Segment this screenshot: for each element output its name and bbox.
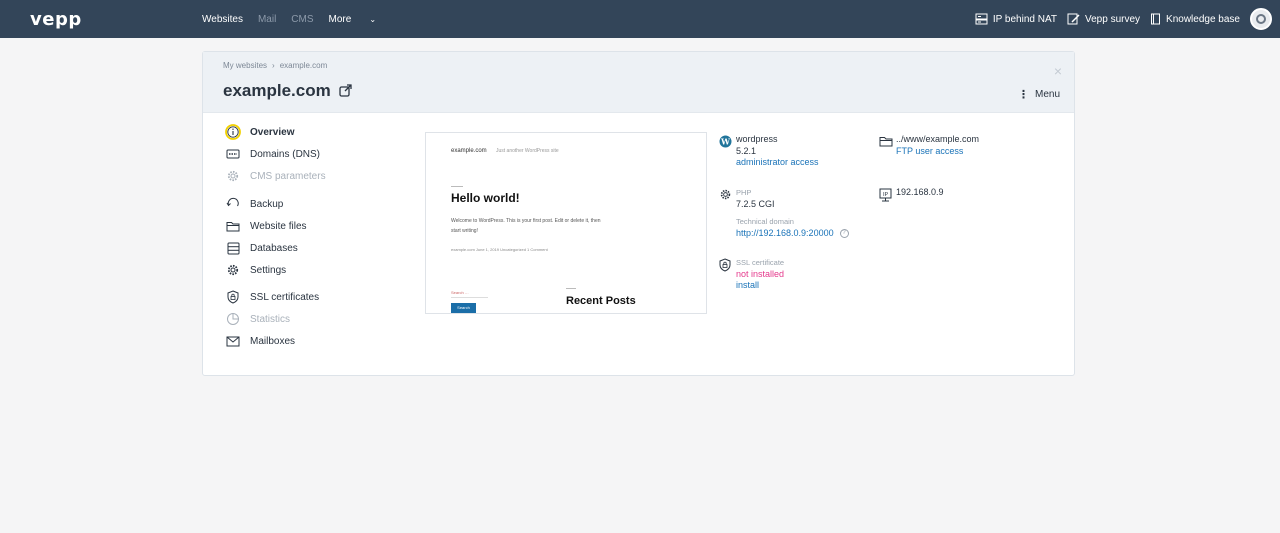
knowledge-base-link[interactable]: Knowledge base <box>1150 13 1240 25</box>
dns-icon <box>225 146 241 162</box>
preview-search-field: Search … <box>451 288 488 298</box>
sidebar-item-cms-parameters[interactable]: CMS parameters <box>225 168 326 184</box>
sidebar-item-ssl-certificates[interactable]: SSL certificates <box>225 289 319 305</box>
preview-post-meta: example.com June 1, 2019 Uncategorized 1… <box>451 247 548 252</box>
ftp-user-access-link[interactable]: FTP user access <box>896 146 979 158</box>
main-nav: Websites Mail CMS More ⌄ <box>202 0 406 38</box>
menu-button[interactable]: ⋮ Menu <box>1018 88 1060 101</box>
website-path: ../www/example.com <box>896 134 980 144</box>
vepp-survey-label: Vepp survey <box>1085 13 1141 25</box>
ssl-label: SSL certificate <box>736 258 785 267</box>
technical-domain-link[interactable]: http://192.168.0.9:20000 <box>736 228 834 238</box>
help-icon[interactable]: ? <box>839 228 849 238</box>
chevron-down-icon: ⌄ <box>369 14 377 24</box>
knowledge-base-label: Knowledge base <box>1166 13 1240 25</box>
php-info: PHP 7.2.5 CGI Technical domain http://19… <box>719 187 849 239</box>
sidebar-item-label: CMS parameters <box>250 170 326 182</box>
files-info: ../www/example.com FTP user access <box>879 134 979 157</box>
nav-more-label: More <box>328 13 352 25</box>
sidebar-item-label: Overview <box>250 126 295 138</box>
ssl-install-link[interactable]: install <box>736 280 784 292</box>
network-icon <box>975 13 988 25</box>
gear-icon <box>225 262 241 278</box>
sidebar-item-website-files[interactable]: Website files <box>225 218 307 234</box>
sidebar-item-domains[interactable]: Domains (DNS) <box>225 146 320 162</box>
ip-behind-nat-link[interactable]: IP behind NAT <box>975 13 1057 25</box>
info-icon <box>225 124 241 140</box>
shield-icon <box>719 258 733 274</box>
backup-icon <box>225 196 241 212</box>
mail-icon <box>225 333 241 349</box>
technical-domain-label: Technical domain <box>736 217 794 226</box>
sidebar-item-label: SSL certificates <box>250 291 320 303</box>
nav-cms[interactable]: CMS <box>291 14 313 25</box>
sidebar-item-label: Settings <box>250 264 287 276</box>
top-bar: vepp Websites Mail CMS More ⌄ IP behind N… <box>0 0 1280 38</box>
preview-recent-posts: Recent Posts <box>566 295 636 307</box>
sidebar-item-label: Backup <box>250 198 284 210</box>
top-right-links: IP behind NAT Vepp survey Knowledge base <box>975 0 1280 38</box>
kebab-icon: ⋮ <box>1017 89 1029 101</box>
website-card: My websites › example.com example.com × … <box>202 51 1075 376</box>
sidebar-item-backup[interactable]: Backup <box>225 196 283 212</box>
pie-chart-icon <box>225 311 241 327</box>
folder-icon <box>879 135 893 149</box>
database-icon <box>225 240 241 256</box>
cms-version: 5.2.1 <box>736 145 757 156</box>
svg-text:W: W <box>720 136 731 146</box>
preview-post-title: Hello world! <box>451 191 520 205</box>
preview-search-button: Search <box>451 303 476 313</box>
external-link-icon[interactable] <box>339 84 352 97</box>
menu-button-label: Menu <box>1034 89 1060 100</box>
card-header: My websites › example.com example.com × … <box>203 52 1074 113</box>
ip-address: 192.168.0.9 <box>896 187 944 197</box>
close-icon[interactable]: × <box>1054 63 1062 79</box>
sidebar-item-label: Mailboxes <box>250 335 296 347</box>
sidebar-item-label: Statistics <box>250 313 291 325</box>
sidebar-item-settings[interactable]: Settings <box>225 262 286 278</box>
ip-behind-nat-label: IP behind NAT <box>992 13 1057 25</box>
php-label: PHP <box>736 188 752 197</box>
cms-name: wordpress <box>736 134 778 144</box>
breadcrumb-my-websites[interactable]: My websites <box>223 61 267 70</box>
nav-websites[interactable]: Websites <box>202 14 243 25</box>
survey-icon <box>1067 13 1080 25</box>
ssl-info: SSL certificate not installed install <box>719 257 784 292</box>
sidebar-item-label: Domains (DNS) <box>250 148 321 160</box>
sidebar-item-label: Databases <box>250 242 298 254</box>
ssl-status: not installed <box>736 268 785 279</box>
cms-info: W wordpress 5.2.1 administrator access <box>719 134 819 169</box>
sidebar-item-label: Website files <box>250 220 307 232</box>
folder-icon <box>225 218 241 234</box>
preview-divider <box>451 186 463 187</box>
preview-post-text: Welcome to WordPress. This is your first… <box>451 218 601 234</box>
wordpress-icon: W <box>719 135 733 150</box>
gear-icon <box>225 168 241 184</box>
breadcrumb-separator: › <box>272 61 275 70</box>
breadcrumb-current: example.com <box>279 61 328 70</box>
page-title: example.com <box>223 81 331 100</box>
preview-site-name: example.com <box>451 148 487 154</box>
nav-more[interactable]: More ⌄ <box>329 14 392 25</box>
breadcrumb: My websites › example.com <box>223 61 327 70</box>
preview-tagline: Just another WordPress site <box>496 148 559 154</box>
gear-icon <box>719 188 733 203</box>
website-preview[interactable]: example.com Just another WordPress site … <box>425 132 707 314</box>
svg-text:IP: IP <box>883 192 889 198</box>
sidebar-item-databases[interactable]: Databases <box>225 240 298 256</box>
sidebar-item-statistics[interactable]: Statistics <box>225 311 290 327</box>
vepp-survey-link[interactable]: Vepp survey <box>1067 13 1140 25</box>
shield-icon <box>225 289 241 305</box>
sidebar-item-overview[interactable]: Overview <box>225 124 294 140</box>
preview-divider <box>566 288 576 289</box>
php-version: 7.2.5 CGI <box>736 198 775 209</box>
nav-mail[interactable]: Mail <box>258 14 276 25</box>
sidebar-item-mailboxes[interactable]: Mailboxes <box>225 333 295 349</box>
administrator-access-link[interactable]: administrator access <box>736 157 819 169</box>
user-avatar[interactable] <box>1250 8 1272 30</box>
book-icon <box>1151 13 1161 25</box>
ip-address-icon: IP <box>879 188 893 204</box>
vepp-logo[interactable]: vepp <box>30 9 82 30</box>
ip-info: IP 192.168.0.9 <box>879 187 944 204</box>
